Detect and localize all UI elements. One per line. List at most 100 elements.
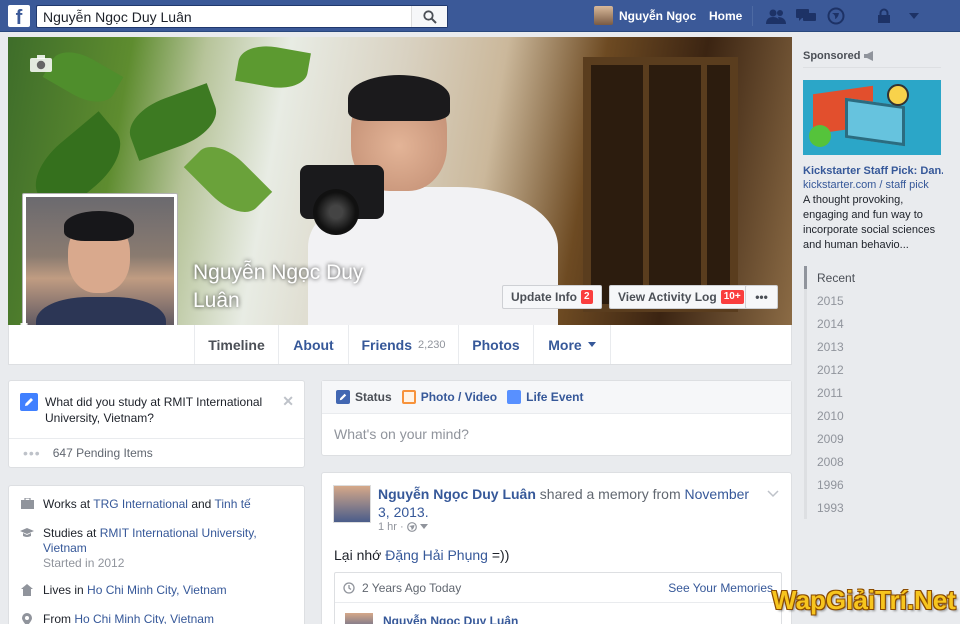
year-2012[interactable]: 2012 — [804, 358, 864, 381]
sponsored-heading: Sponsored — [803, 50, 876, 62]
profile-tabs-bar: Timeline About Friends 2,230 Photos More — [8, 325, 792, 365]
more-options-button[interactable]: ••• — [745, 285, 778, 309]
studies-started: Started in 2012 — [43, 556, 124, 570]
search-input[interactable] — [37, 6, 407, 27]
update-info-label: Update Info — [511, 290, 577, 304]
study-question[interactable]: What did you study at RMIT International… — [45, 394, 265, 426]
post-tag-link[interactable]: Đặng Hải Phụng — [385, 547, 488, 563]
nav-profile-link[interactable]: Nguyễn Ngọc — [594, 6, 696, 25]
tab-more-label: More — [548, 337, 581, 353]
cover-camera-lens — [313, 189, 359, 235]
memory-author-link[interactable]: Nguyễn Ngọc Duy Luân — [383, 614, 518, 624]
composer-photo-tab[interactable]: Photo / Video — [402, 390, 497, 404]
tab-timeline[interactable]: Timeline — [194, 325, 279, 364]
post-text-prefix: Lại nhớ — [334, 547, 381, 563]
memory-author-avatar[interactable] — [345, 613, 373, 624]
composer-photo-label: Photo / Video — [421, 390, 497, 404]
ad-domain[interactable]: kickstarter.com / staff pick — [803, 179, 929, 191]
from-city-link[interactable]: Ho Chi Minh City, Vietnam — [74, 612, 214, 624]
chevron-down-icon[interactable] — [420, 524, 428, 530]
tab-about[interactable]: About — [279, 325, 349, 364]
location-pin-icon — [19, 612, 35, 624]
year-2008[interactable]: 2008 — [804, 450, 864, 473]
shared-memory-box: 2 Years Ago Today See Your Memories Nguy… — [334, 572, 782, 624]
facebook-logo[interactable]: f — [8, 5, 30, 27]
update-info-button[interactable]: Update Info 2 — [502, 285, 602, 309]
tab-about-label: About — [293, 337, 333, 353]
year-2010[interactable]: 2010 — [804, 404, 864, 427]
tab-friends[interactable]: Friends 2,230 — [349, 325, 459, 364]
profile-hair — [64, 211, 134, 241]
sponsored-title: Sponsored — [803, 50, 860, 62]
meta-dot: · — [400, 521, 404, 533]
works-prefix: Works at — [43, 497, 90, 511]
pencil-icon — [336, 390, 350, 404]
messages-icon[interactable] — [796, 7, 816, 25]
cover-leaf — [43, 42, 124, 112]
privacy-lock-icon[interactable] — [874, 7, 894, 25]
timeline-years-nav: Recent 2015 2014 2013 2012 2011 2010 200… — [804, 266, 864, 519]
study-prompt-card: What did you study at RMIT International… — [8, 380, 305, 468]
profile-name[interactable]: Nguyễn Ngọc Duy Luân — [193, 259, 393, 315]
nav-divider — [752, 6, 753, 26]
composer-tabs: Status Photo / Video Life Event — [322, 381, 791, 414]
megaphone-icon[interactable] — [864, 51, 876, 61]
post-author-link[interactable]: Nguyễn Ngọc Duy Luân — [378, 486, 536, 502]
search-button[interactable] — [411, 6, 447, 27]
friends-count: 2,230 — [418, 339, 446, 351]
close-icon[interactable]: ✕ — [282, 393, 294, 410]
chevron-down-icon — [588, 342, 596, 347]
tab-photos[interactable]: Photos — [459, 325, 534, 364]
see-memories-link[interactable]: See Your Memories — [668, 581, 773, 595]
year-1996[interactable]: 1996 — [804, 473, 864, 496]
pending-items-row[interactable]: ••• 647 Pending Items — [9, 438, 304, 467]
post-text: Lại nhớ Đặng Hải Phụng =)) — [334, 547, 509, 563]
work-link-tinhte[interactable]: Tinh tế — [214, 497, 250, 511]
post-time[interactable]: 1 hr — [378, 521, 397, 533]
tab-more[interactable]: More — [534, 325, 611, 364]
ad-image[interactable] — [803, 80, 941, 155]
clock-history-icon — [343, 582, 355, 594]
year-2014[interactable]: 2014 — [804, 312, 864, 335]
intro-card: Works at TRG International and Tinh tế S… — [8, 485, 305, 624]
briefcase-icon — [19, 497, 35, 512]
change-cover-camera-icon[interactable] — [30, 55, 52, 75]
pencil-icon — [20, 393, 38, 411]
nav-icons — [766, 7, 924, 25]
nav-user-name: Nguyễn Ngọc — [619, 9, 696, 23]
year-2011[interactable]: 2011 — [804, 381, 864, 404]
globe-icon[interactable] — [407, 522, 417, 532]
nav-avatar — [594, 6, 613, 25]
work-link-trg[interactable]: TRG International — [93, 497, 188, 511]
composer-status-tab[interactable]: Status — [336, 390, 392, 404]
ad-portrait — [887, 84, 909, 106]
friend-requests-icon[interactable] — [766, 7, 786, 25]
account-menu-icon[interactable] — [904, 7, 924, 25]
flag-icon — [507, 390, 521, 404]
composer-life-event-tab[interactable]: Life Event — [507, 390, 583, 404]
post-options-chevron-icon[interactable] — [767, 487, 779, 501]
tab-timeline-label: Timeline — [208, 337, 265, 353]
notifications-globe-icon[interactable] — [826, 7, 846, 25]
post-author-avatar[interactable] — [333, 485, 371, 523]
year-2013[interactable]: 2013 — [804, 335, 864, 358]
year-1993[interactable]: 1993 — [804, 496, 864, 519]
year-recent[interactable]: Recent — [804, 266, 864, 289]
composer-life-label: Life Event — [526, 390, 583, 404]
activity-log-button[interactable]: View Activity Log 10+ — [609, 285, 753, 309]
studies-prefix: Studies at — [43, 526, 96, 540]
memory-post: Nguyễn Ngọc Duy Luân shared a memory fro… — [321, 472, 792, 624]
lives-city-link[interactable]: Ho Chi Minh City, Vietnam — [87, 583, 227, 597]
post-header: Nguyễn Ngọc Duy Luân shared a memory fro… — [378, 485, 758, 521]
ad-badge — [809, 125, 831, 147]
update-info-badge: 2 — [581, 290, 593, 304]
cover-window — [583, 57, 738, 312]
year-2009[interactable]: 2009 — [804, 427, 864, 450]
composer-input[interactable]: What's on your mind? — [334, 426, 469, 442]
intro-study-row: Studies at RMIT International University… — [19, 526, 258, 571]
year-2015[interactable]: 2015 — [804, 289, 864, 312]
ad-title[interactable]: Kickstarter Staff Pick: Dan... — [803, 165, 943, 177]
intro-work-row: Works at TRG International and Tinh tế — [19, 497, 251, 512]
nav-home-link[interactable]: Home — [709, 9, 742, 23]
activity-log-badge: 10+ — [721, 290, 744, 304]
